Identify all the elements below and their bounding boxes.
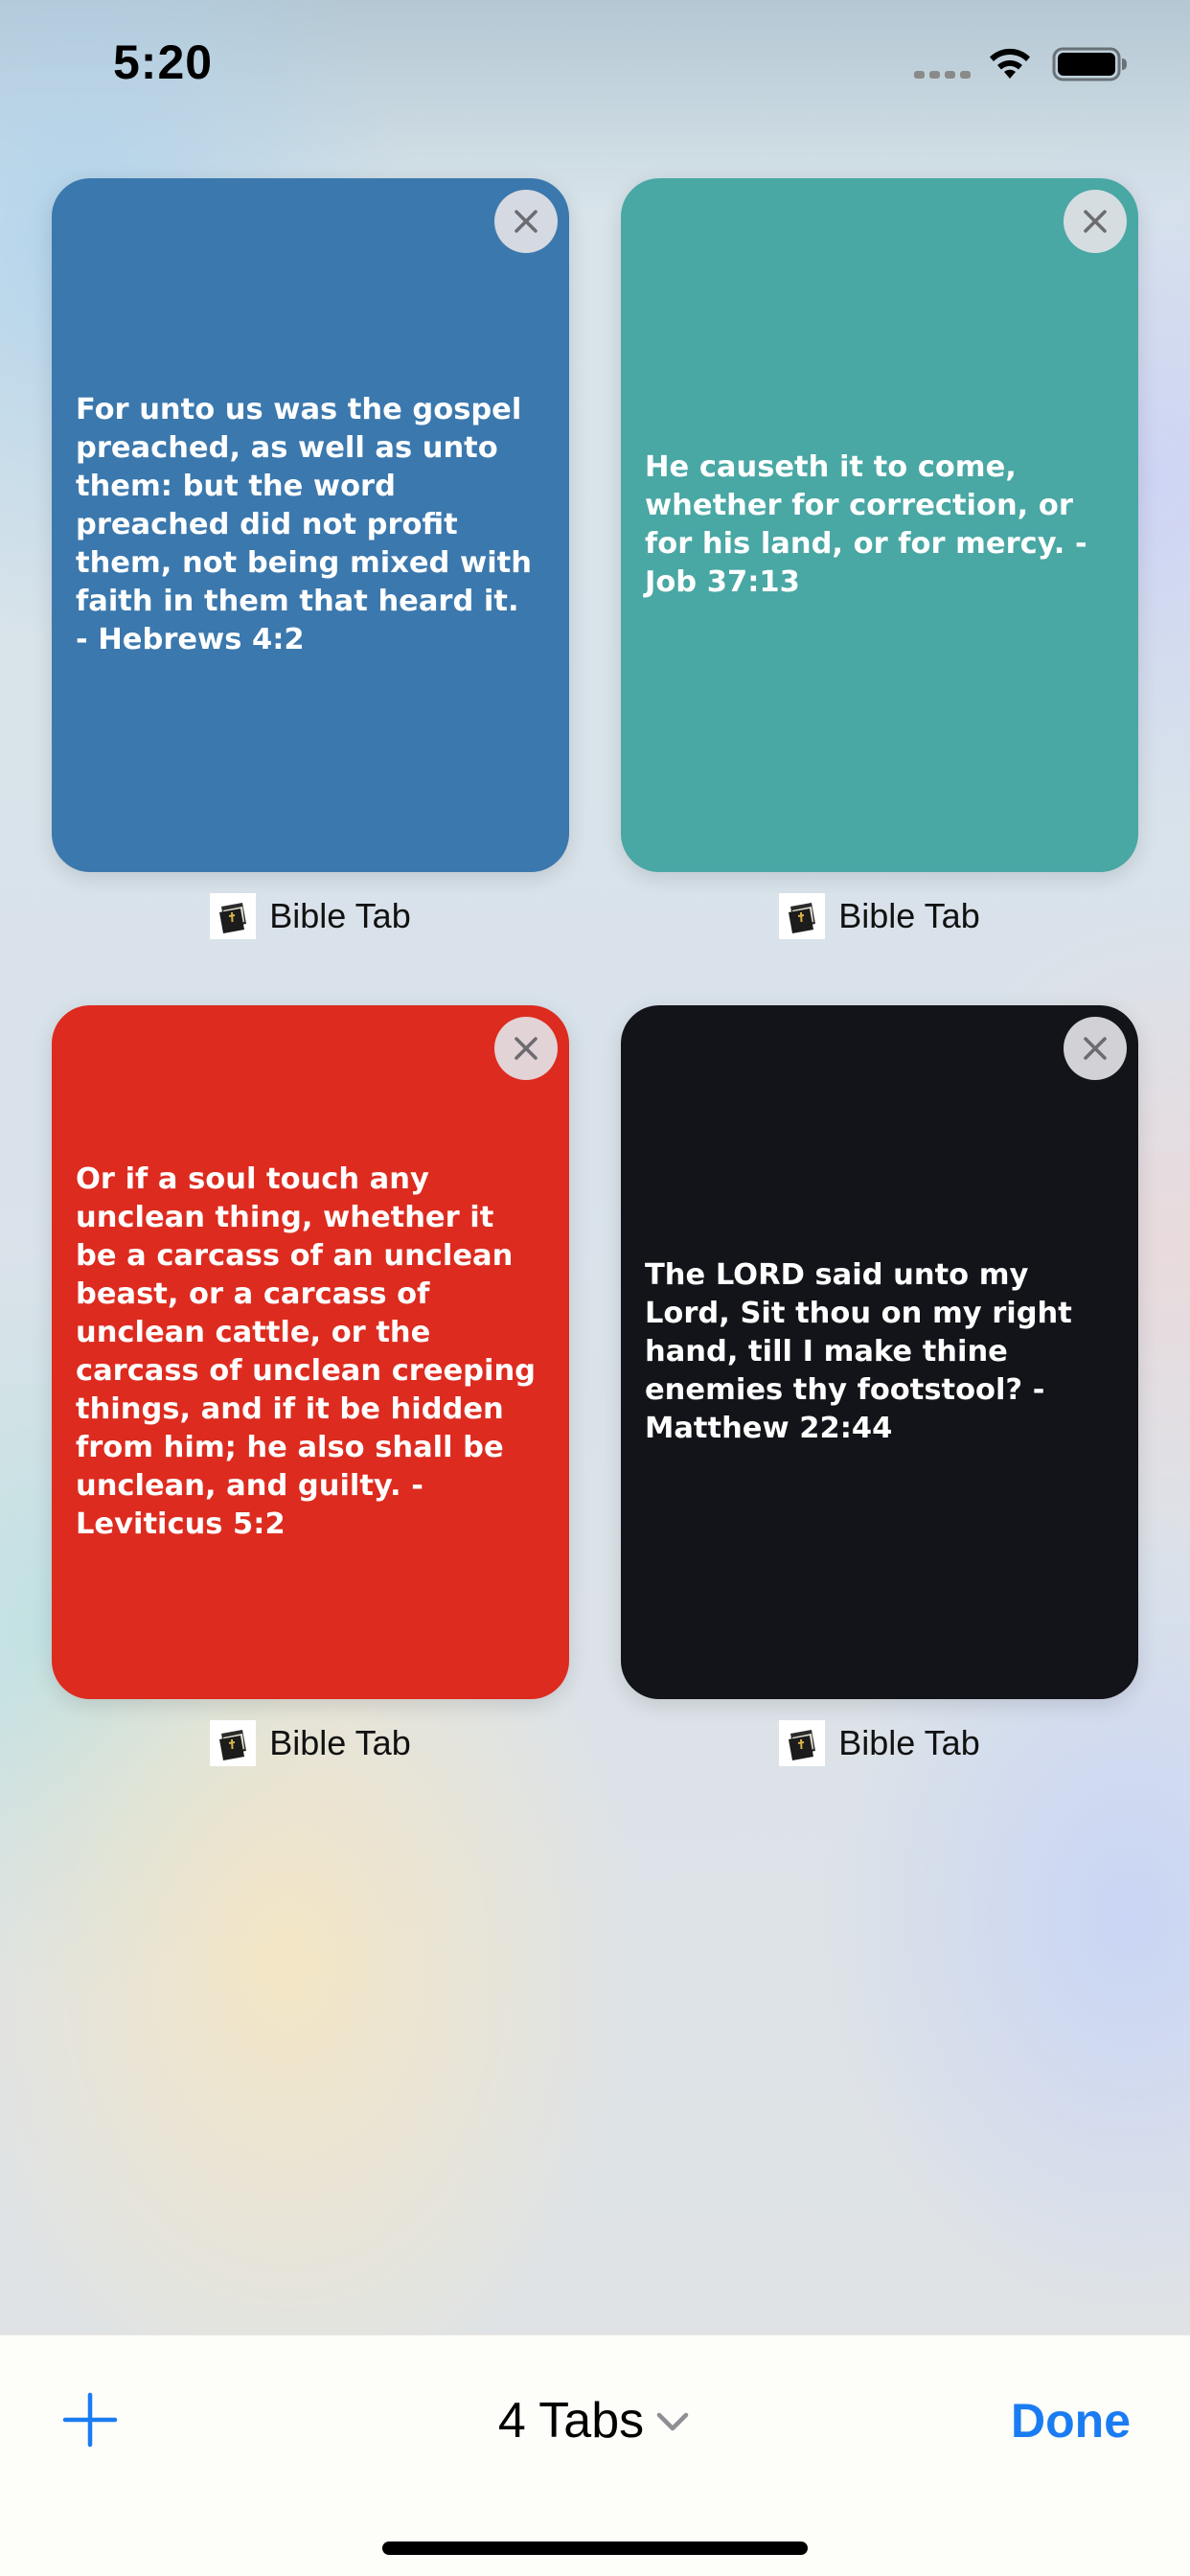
tab-preview-verse: Or if a soul touch any unclean thing, wh… (76, 1162, 537, 1541)
close-icon (1084, 1037, 1107, 1060)
tab-groups-menu-button[interactable]: 4 Tabs (480, 2387, 710, 2454)
battery-icon (1052, 47, 1127, 81)
tab-title: Bible Tab (838, 1723, 980, 1762)
close-tab-button[interactable] (494, 1017, 558, 1080)
tab-card[interactable]: He causeth it to come, whether for corre… (621, 178, 1138, 872)
bottom-toolbar: 4 Tabs Done (0, 2334, 1190, 2576)
tab-label[interactable]: Bible Tab (52, 889, 569, 943)
home-indicator (382, 2542, 808, 2555)
tab-card[interactable]: For unto us was the gospel preached, as … (52, 178, 569, 872)
tab-preview-verse: For unto us was the gospel preached, as … (76, 393, 532, 656)
plus-icon (62, 2392, 118, 2448)
close-icon (515, 1037, 538, 1060)
wifi-icon (990, 48, 1030, 79)
status-bar: 5:20 (0, 0, 1190, 134)
tab-label[interactable]: Bible Tab (52, 1716, 569, 1770)
tab-label[interactable]: Bible Tab (621, 889, 1138, 943)
close-icon (1084, 210, 1107, 233)
bible-book-icon (779, 1720, 826, 1766)
close-tab-button[interactable] (494, 190, 558, 253)
chevron-down-icon (656, 2412, 689, 2431)
tab-label[interactable]: Bible Tab (621, 1716, 1138, 1770)
tab-title: Bible Tab (838, 896, 980, 935)
close-icon (515, 210, 538, 233)
tab-title: Bible Tab (269, 1723, 411, 1762)
done-button[interactable]: Done (1011, 2387, 1131, 2454)
tabs-count-label: 4 Tabs (497, 2393, 645, 2449)
tab-card[interactable]: Or if a soul touch any unclean thing, wh… (52, 1005, 569, 1699)
tab-title: Bible Tab (269, 896, 411, 935)
cellular-signal-icon (914, 71, 971, 79)
status-time: 5:20 (113, 35, 214, 89)
close-tab-button[interactable] (1064, 190, 1127, 253)
bible-book-icon (210, 1720, 257, 1766)
tab-card[interactable]: The LORD said unto my Lord, Sit thou on … (621, 1005, 1138, 1699)
close-tab-button[interactable] (1064, 1017, 1127, 1080)
tab-preview-verse: The LORD said unto my Lord, Sit thou on … (645, 1258, 1072, 1445)
bible-book-icon (779, 893, 826, 939)
bible-book-icon (210, 893, 257, 939)
new-tab-button[interactable] (59, 2389, 121, 2450)
tab-preview-verse: He causeth it to come, whether for corre… (645, 450, 1087, 599)
